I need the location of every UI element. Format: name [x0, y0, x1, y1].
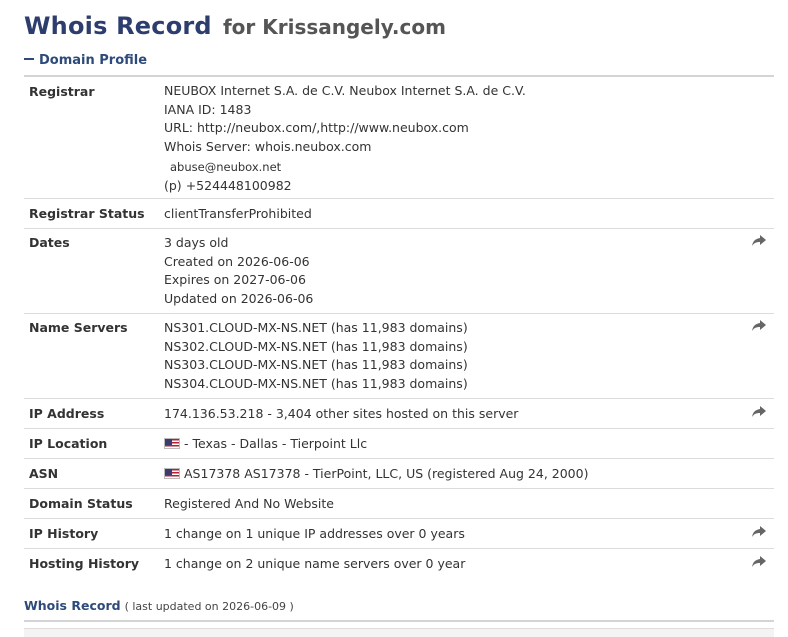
registrar-iana: IANA ID: 1483: [164, 101, 252, 117]
name-server-4[interactable]: NS304.CLOUD-MX-NS.NET (has 11,983 domain…: [164, 375, 744, 394]
registrar-name: NEUBOX Internet S.A. de C.V. Neubox Inte…: [164, 83, 526, 98]
dates-value: 3 days old Created on 2026-06-06 Expires…: [164, 228, 744, 314]
us-flag-icon: [164, 438, 180, 449]
row-domain-status: Domain Status Registered And No Website: [24, 488, 774, 519]
page-title-domain: for Krissangely.com: [222, 15, 446, 39]
row-ip-location: IP Location - Texas - Dallas - Tierpoint…: [24, 428, 774, 459]
ip-history-label: IP History: [24, 518, 164, 549]
asn-value: AS17378 AS17378 - TierPoint, LLC, US (re…: [164, 458, 744, 489]
name-server-1[interactable]: NS301.CLOUD-MX-NS.NET (has 11,983 domain…: [164, 319, 744, 338]
domain-age: 3 days old: [164, 235, 229, 250]
ip-history-value[interactable]: 1 change on 1 unique IP addresses over 0…: [164, 518, 744, 549]
row-dates: Dates 3 days old Created on 2026-06-06 E…: [24, 228, 774, 314]
domain-status-value: Registered And No Website: [164, 488, 744, 519]
row-name-servers: Name Servers NS301.CLOUD-MX-NS.NET (has …: [24, 313, 774, 399]
updated-date: Updated on 2026-06-06: [164, 290, 314, 306]
us-flag-icon: [164, 468, 180, 479]
page-title-main: Whois Record: [24, 12, 212, 40]
share-arrow-icon: [752, 406, 766, 417]
name-servers-value: NS301.CLOUD-MX-NS.NET (has 11,983 domain…: [164, 313, 744, 399]
dates-label: Dates: [24, 228, 164, 314]
registrar-email: abuse@neubox.net: [170, 160, 282, 174]
row-registrar-status: Registrar Status clientTransferProhibite…: [24, 198, 774, 229]
row-ip-history: IP History 1 change on 1 unique IP addre…: [24, 518, 774, 549]
hosting-history-share-button[interactable]: [744, 549, 774, 579]
hosting-history-label: Hosting History: [29, 556, 140, 571]
domain-profile-table: Registrar NEUBOX Internet S.A. de C.V. N…: [24, 78, 774, 578]
hosting-history-value[interactable]: 1 change on 2 unique name servers over 0…: [164, 549, 744, 579]
name-server-3[interactable]: NS303.CLOUD-MX-NS.NET (has 11,983 domain…: [164, 356, 744, 375]
last-updated: ( last updated on 2026-06-09 ): [124, 600, 294, 613]
registrar-url: URL: http://neubox.com/,http://www.neubo…: [164, 120, 469, 135]
share-arrow-icon: [752, 320, 766, 331]
asn-text: AS17378 AS17378 - TierPoint, LLC, US (re…: [184, 466, 589, 481]
ip-address-label: IP Address: [24, 398, 164, 429]
page-title: Whois Record for Krissangely.com: [24, 4, 446, 42]
registrar-whois-server: Whois Server: whois.neubox.com: [164, 138, 372, 154]
minus-icon: [24, 57, 34, 60]
row-registrar: Registrar NEUBOX Internet S.A. de C.V. N…: [24, 78, 774, 199]
section-divider: [24, 75, 774, 77]
whois-page: Whois Record for Krissangely.com Domain …: [0, 0, 788, 637]
registrar-status-value: clientTransferProhibited: [164, 198, 744, 229]
whois-record-link[interactable]: Whois Record: [24, 598, 121, 613]
row-hosting-history: Hosting History 1 change on 2 unique nam…: [24, 549, 774, 579]
expires-date: Expires on 2027-06-06: [164, 272, 306, 287]
name-servers-label: Name Servers: [24, 313, 164, 399]
domain-profile-label: Domain Profile: [39, 53, 148, 68]
ip-location-label: IP Location: [24, 428, 164, 459]
row-asn: ASN AS17378 AS17378 - TierPoint, LLC, US…: [24, 458, 774, 489]
asn-label: ASN: [24, 458, 164, 489]
footer-divider: [24, 620, 774, 622]
ip-history-share-button[interactable]: [744, 518, 774, 549]
registrar-phone: +524448100982: [185, 177, 292, 193]
domain-profile-toggle[interactable]: Domain Profile: [24, 53, 147, 68]
name-server-2[interactable]: NS302.CLOUD-MX-NS.NET (has 11,983 domain…: [164, 338, 744, 357]
share-arrow-icon: [752, 556, 766, 567]
share-arrow-icon: [752, 526, 766, 537]
registrar-label: Registrar: [24, 78, 164, 199]
name-servers-share-button[interactable]: [744, 313, 774, 399]
dates-share-button[interactable]: [744, 228, 774, 314]
registrar-value: NEUBOX Internet S.A. de C.V. Neubox Inte…: [164, 78, 744, 199]
ip-address-share-button[interactable]: [744, 398, 774, 429]
phone-label: (p): [164, 177, 182, 193]
share-arrow-icon: [752, 235, 766, 246]
domain-status-label: Domain Status: [24, 488, 164, 519]
row-ip-address: IP Address 174.136.53.218 - 3,404 other …: [24, 398, 774, 429]
created-date: Created on 2026-06-06: [164, 253, 310, 269]
registrar-phone-line: (p) +524448100982: [164, 177, 744, 196]
ip-address-value[interactable]: 174.136.53.218 - 3,404 other sites hoste…: [164, 398, 744, 429]
registrar-status-label: Registrar Status: [24, 198, 164, 229]
ip-location-text: - Texas - Dallas - Tierpoint Llc: [184, 436, 368, 451]
whois-record-heading: Whois Record ( last updated on 2026-06-0…: [24, 598, 294, 613]
ip-location-value: - Texas - Dallas - Tierpoint Llc: [164, 428, 744, 459]
